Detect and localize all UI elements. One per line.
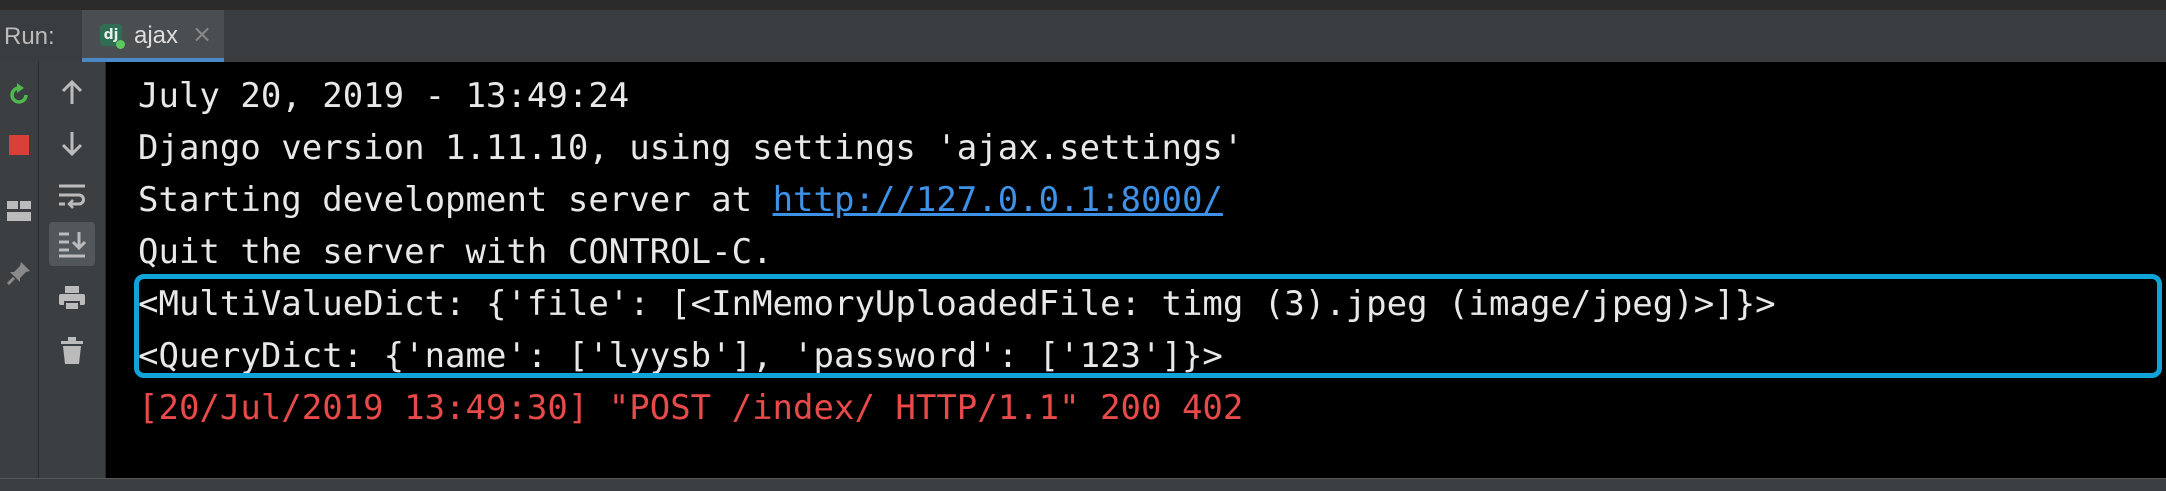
server-url-link[interactable]: http://127.0.0.1:8000/ (773, 180, 1223, 220)
pin-icon[interactable] (6, 260, 32, 286)
window-top-strip (0, 0, 2166, 10)
stop-icon[interactable] (8, 134, 30, 156)
scroll-to-end-button[interactable] (49, 222, 95, 266)
run-label: Run: (4, 23, 55, 50)
rerun-icon[interactable] (6, 82, 32, 108)
close-tab-icon[interactable]: × (192, 20, 212, 48)
soft-wrap-icon[interactable] (57, 182, 87, 210)
scroll-up-icon[interactable] (59, 78, 85, 106)
highlight-box (134, 274, 2162, 378)
scroll-down-icon[interactable] (59, 130, 85, 158)
layout-icon[interactable] (6, 200, 32, 222)
server-start-text: Starting development server at (138, 180, 773, 220)
scroll-to-end-icon (59, 232, 87, 258)
running-indicator-icon (116, 40, 125, 49)
run-actions-toolbar (0, 62, 39, 478)
console-line-request-log: [20/Jul/2019 13:49:30] "POST /index/ HTT… (138, 388, 1244, 428)
run-tab-label: ajax (134, 22, 179, 49)
console-output[interactable]: July 20, 2019 - 13:49:24 Django version … (106, 62, 2166, 478)
console-line-django-version: Django version 1.11.10, using settings '… (138, 128, 1244, 168)
run-tab-ajax[interactable]: dj ajax × (82, 10, 224, 62)
console-line-quit-hint: Quit the server with CONTROL-C. (138, 232, 773, 272)
print-icon[interactable] (57, 284, 87, 312)
console-toolbar (39, 62, 106, 478)
trash-icon[interactable] (59, 336, 85, 366)
run-tool-window-header: Run: dj ajax × (0, 10, 2166, 63)
status-bar (0, 478, 2166, 491)
console-line-timestamp: July 20, 2019 - 13:49:24 (138, 76, 630, 116)
console-line-server-start: Starting development server at http://12… (138, 174, 1223, 226)
